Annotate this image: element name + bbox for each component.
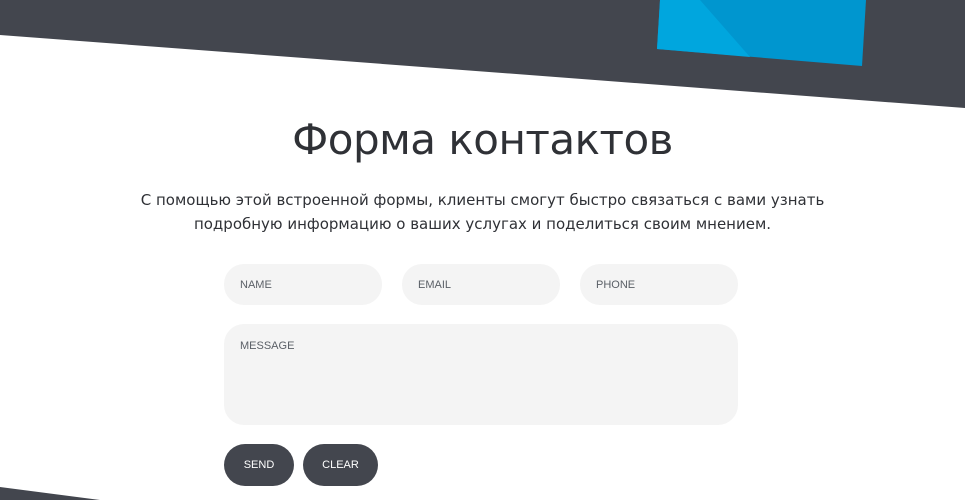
- phone-input[interactable]: [580, 264, 738, 305]
- message-textarea[interactable]: [224, 324, 738, 425]
- name-input[interactable]: [224, 264, 382, 305]
- send-button[interactable]: SEND: [224, 444, 294, 486]
- contact-section: Форма контактов С помощью этой встроенно…: [0, 0, 965, 500]
- email-input[interactable]: [402, 264, 560, 305]
- clear-button[interactable]: CLEAR: [303, 444, 378, 486]
- page-description: С помощью этой встроенной формы, клиенты…: [140, 191, 825, 233]
- page-title: Форма контактов: [292, 115, 673, 164]
